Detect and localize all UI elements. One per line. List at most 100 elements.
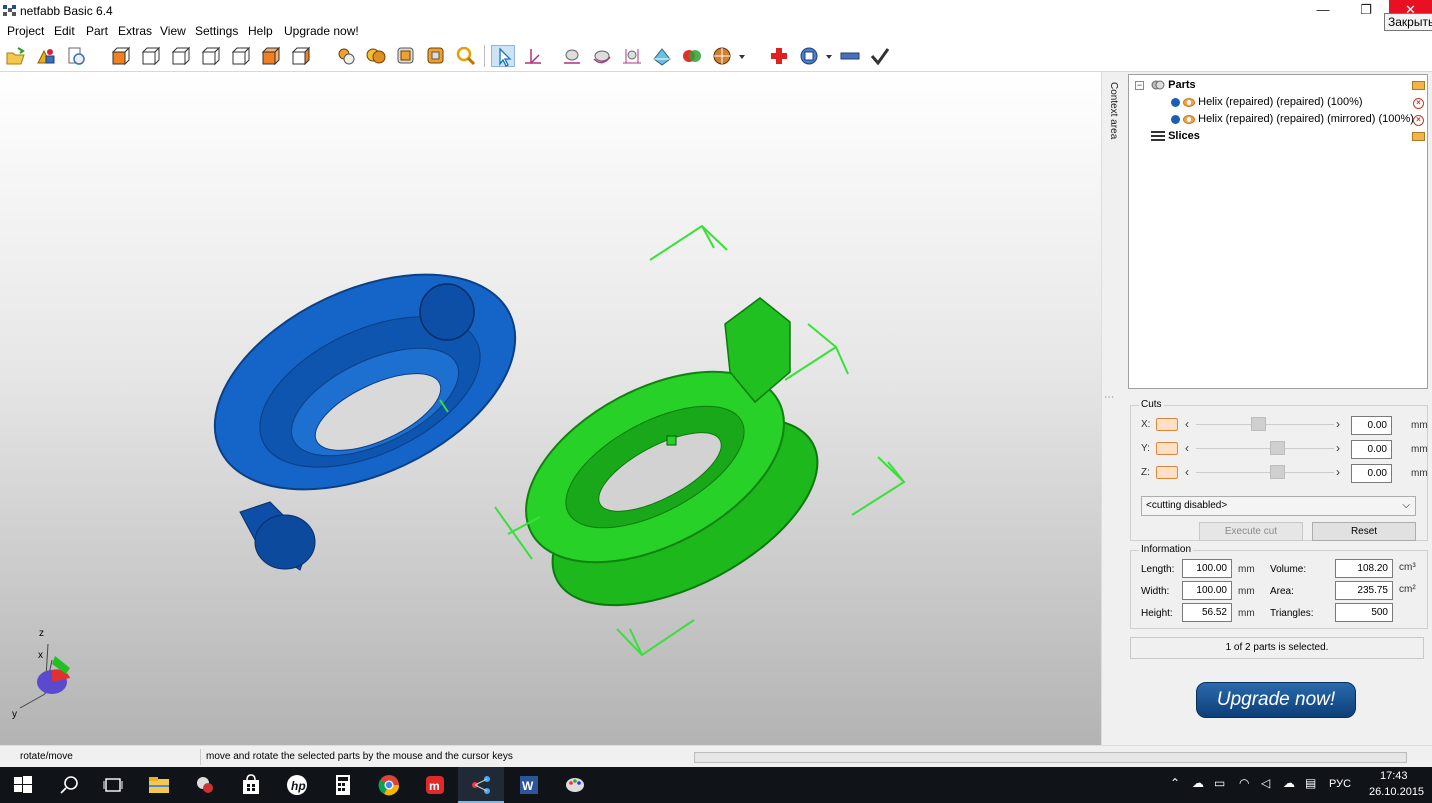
clock-time[interactable]: 17:43 [1380, 770, 1408, 782]
collapse-toggle-icon[interactable]: − [1135, 81, 1144, 90]
scale-icon[interactable] [620, 45, 644, 67]
app-icon[interactable] [182, 767, 228, 803]
cut-plane-toggle[interactable] [1156, 442, 1178, 455]
tree-item-part-1[interactable]: Helix (repaired) (repaired) (100%) [1171, 96, 1363, 112]
view-right-icon[interactable] [198, 45, 222, 67]
menu-part[interactable]: Part [86, 24, 108, 38]
chrome-icon[interactable] [366, 767, 412, 803]
upgrade-now-button[interactable]: Upgrade now! [1196, 682, 1356, 718]
helix-part-green[interactable] [495, 297, 847, 644]
open-project-icon[interactable] [4, 45, 28, 67]
maximize-button[interactable]: ❐ [1343, 0, 1389, 22]
view-wireframe-icon[interactable] [364, 45, 388, 67]
cut-increase-icon[interactable]: › [1336, 417, 1340, 431]
battery-icon[interactable]: ▭ [1214, 776, 1225, 790]
cut-slider-track[interactable] [1196, 448, 1334, 449]
onedrive-icon[interactable]: ☁ [1192, 776, 1204, 790]
execute-cut-button[interactable]: Execute cut [1199, 522, 1303, 541]
cut-y-input[interactable] [1351, 440, 1392, 459]
store-icon[interactable] [228, 767, 274, 803]
rotate-icon[interactable] [590, 45, 614, 67]
parts-folder-icon[interactable] [1412, 81, 1425, 90]
cut-slider-track[interactable] [1196, 472, 1334, 473]
menu-settings[interactable]: Settings [195, 24, 238, 38]
cutting-mode-select[interactable]: <cutting disabled> ⌵ [1141, 496, 1416, 516]
menu-view[interactable]: View [160, 24, 186, 38]
tree-node-slices[interactable]: Slices [1151, 130, 1200, 146]
texture-dropdown-icon[interactable] [739, 55, 745, 59]
cut-x-input[interactable] [1351, 416, 1392, 435]
cut-decrease-icon[interactable]: ‹ [1185, 417, 1189, 431]
splitter-handle[interactable]: ⋮ [1103, 392, 1114, 402]
search-icon[interactable] [46, 767, 92, 803]
view-top-icon[interactable] [228, 45, 252, 67]
cut-increase-icon[interactable]: › [1336, 441, 1340, 455]
ruler-icon[interactable] [838, 45, 862, 67]
tree-node-parts[interactable]: − Parts [1135, 79, 1196, 95]
cut-slider-thumb[interactable] [1269, 465, 1285, 479]
cut-plane-toggle[interactable] [1156, 418, 1178, 431]
3d-viewport[interactable]: z x y [0, 72, 1101, 745]
scene-canvas[interactable]: z x y [0, 72, 1101, 745]
remove-part-icon[interactable]: × [1413, 98, 1424, 109]
add-part-icon[interactable] [34, 45, 58, 67]
hp-icon[interactable]: hp [274, 767, 320, 803]
visibility-eye-icon[interactable] [1183, 114, 1196, 124]
analysis-icon[interactable] [797, 45, 821, 67]
cloud-icon[interactable]: ☁ [1283, 776, 1295, 790]
language-indicator[interactable]: РУС [1329, 778, 1351, 790]
select-tool-icon[interactable] [491, 45, 515, 67]
parts-tree[interactable]: − Parts Helix (repaired) (repaired) (100… [1128, 74, 1428, 389]
paint-icon[interactable] [552, 767, 598, 803]
analysis-dropdown-icon[interactable] [826, 55, 832, 59]
menu-extras[interactable]: Extras [118, 24, 152, 38]
start-icon[interactable] [0, 767, 46, 803]
measure-axes-icon[interactable] [521, 45, 545, 67]
keyboard-icon[interactable]: ▤ [1305, 776, 1316, 790]
cut-decrease-icon[interactable]: ‹ [1185, 441, 1189, 455]
cut-z-input[interactable] [1351, 464, 1392, 483]
view-clip-icon[interactable] [424, 45, 448, 67]
task-view-icon[interactable] [90, 767, 136, 803]
cut-decrease-icon[interactable]: ‹ [1185, 465, 1189, 479]
zoom-icon[interactable] [454, 45, 478, 67]
clock-date[interactable]: 26.10.2015 [1369, 786, 1424, 798]
word-icon[interactable]: W [506, 767, 552, 803]
netfabb-taskbar-icon[interactable] [458, 767, 504, 803]
menu-upgrade[interactable]: Upgrade now! [284, 24, 359, 38]
context-area-strip[interactable]: Context area ⋮ [1101, 72, 1126, 745]
view-left-icon[interactable] [168, 45, 192, 67]
minimize-button[interactable]: — [1300, 0, 1346, 22]
remove-part-icon[interactable]: × [1413, 115, 1424, 126]
view-perspective-icon[interactable] [288, 45, 312, 67]
menu-help[interactable]: Help [248, 24, 273, 38]
menu-project[interactable]: Project [7, 24, 44, 38]
view-shaded-icon[interactable] [334, 45, 358, 67]
tree-item-part-2[interactable]: Helix (repaired) (repaired) (mirrored) (… [1171, 113, 1414, 129]
repair-icon[interactable] [767, 45, 791, 67]
reset-button[interactable]: Reset [1312, 522, 1416, 541]
cut-plane-toggle[interactable] [1156, 466, 1178, 479]
texture-icon[interactable] [710, 45, 734, 67]
open-file-icon[interactable] [64, 45, 88, 67]
file-explorer-icon[interactable] [136, 767, 182, 803]
view-back-icon[interactable] [138, 45, 162, 67]
cut-slider-thumb[interactable] [1251, 417, 1267, 431]
view-transparent-icon[interactable] [394, 45, 418, 67]
visibility-eye-icon[interactable] [1183, 97, 1196, 107]
view-bottom-icon[interactable] [258, 45, 282, 67]
volume-icon[interactable]: ◁ [1261, 776, 1270, 790]
slices-folder-icon[interactable] [1412, 132, 1425, 141]
cut-slider-thumb[interactable] [1269, 441, 1285, 455]
apply-check-icon[interactable] [868, 45, 892, 67]
app-red-icon[interactable]: m [412, 767, 458, 803]
move-icon[interactable] [560, 45, 584, 67]
network-icon[interactable]: ◠ [1239, 776, 1249, 790]
cut-increase-icon[interactable]: › [1336, 465, 1340, 479]
mirror-icon[interactable] [650, 45, 674, 67]
calculator-icon[interactable] [320, 767, 366, 803]
tray-expand-icon[interactable]: ⌃ [1170, 776, 1180, 790]
view-front-icon[interactable] [108, 45, 132, 67]
merge-icon[interactable] [680, 45, 704, 67]
helix-part-blue[interactable] [181, 231, 549, 571]
